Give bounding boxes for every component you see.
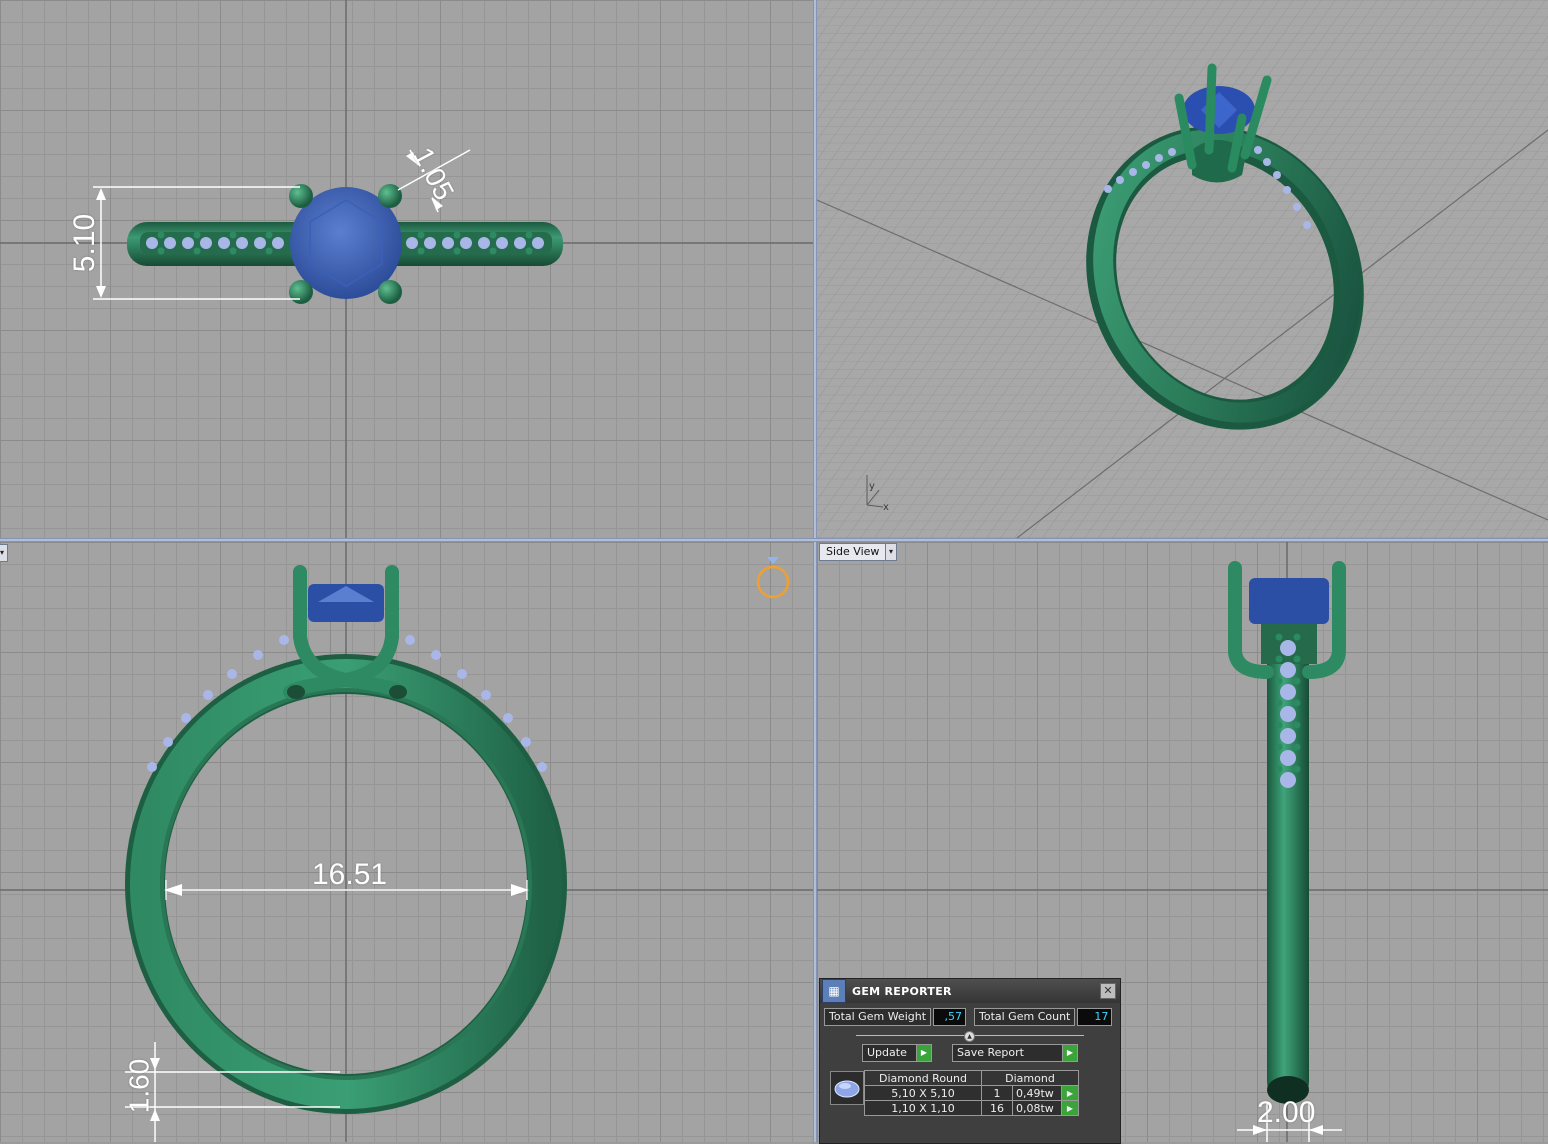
gem-size: 1,10 X 1,10: [864, 1100, 982, 1116]
play-arrow-icon: ▶: [1062, 1045, 1077, 1061]
gem-count: 1: [981, 1085, 1013, 1101]
side-view-menu-button[interactable]: ▾: [885, 543, 897, 561]
gem-reporter-slider[interactable]: ▲: [856, 1031, 1084, 1042]
total-gem-count-label: Total Gem Count: [974, 1008, 1076, 1026]
total-gem-count-value: 17: [1077, 1008, 1113, 1026]
play-arrow-icon: ▶: [916, 1045, 931, 1061]
gem-reporter-titlebar[interactable]: ▦ GEM REPORTER ✕: [820, 979, 1120, 1003]
viewport-splitter-horizontal[interactable]: [0, 538, 1548, 542]
perspective-viewport[interactable]: y x: [817, 0, 1548, 538]
slider-knob-icon[interactable]: ▲: [964, 1031, 975, 1042]
update-button-label: Update: [867, 1046, 907, 1059]
save-report-button-label: Save Report: [957, 1046, 1024, 1059]
diamond-round-gem-icon[interactable]: [830, 1071, 864, 1105]
gem-weight: 0,08tw: [1012, 1100, 1062, 1116]
top-view-viewport[interactable]: 5.10 1.05: [0, 0, 813, 538]
dimension-shank-width-label: 2.00: [1257, 1096, 1316, 1129]
gem-count: 16: [981, 1100, 1013, 1116]
play-arrow-icon[interactable]: ▶: [1061, 1085, 1079, 1101]
dimension-inner-diameter-label: 16.51: [312, 858, 388, 891]
front-view-viewport[interactable]: ▾ 16.51 1.60: [0, 542, 813, 1142]
close-icon[interactable]: ✕: [1100, 983, 1116, 999]
front-view-canvas: [0, 542, 813, 1142]
gem-table: Diamond Round Diamond 5,10 X 5,10 1 0,49…: [864, 1070, 1079, 1116]
perspective-canvas: [817, 0, 1548, 538]
total-gem-weight-label: Total Gem Weight: [824, 1008, 932, 1026]
gem-table-header: Diamond Round Diamond: [864, 1070, 1079, 1086]
top-view-canvas: [0, 0, 813, 538]
viewport-splitter-vertical[interactable]: [813, 0, 817, 1142]
update-button[interactable]: Update ▶: [862, 1044, 932, 1062]
table-row: 1,10 X 1,10 16 0,08tw ▶: [864, 1100, 1079, 1116]
axis-x-label: x: [883, 502, 889, 513]
gem-reporter-panel: ▦ GEM REPORTER ✕ Total Gem Weight ,57 To…: [819, 978, 1121, 1144]
gem-reporter-logo-icon: ▦: [822, 979, 846, 1003]
gem-reporter-title: GEM REPORTER: [852, 984, 952, 998]
axis-y-label: y: [869, 481, 875, 492]
total-gem-weight-value: ,57: [933, 1008, 967, 1026]
save-report-button[interactable]: Save Report ▶: [952, 1044, 1078, 1062]
play-arrow-icon[interactable]: ▶: [1061, 1100, 1079, 1116]
dimension-band-height-label: 1.60: [123, 1058, 155, 1114]
gem-table-header-shape: Diamond Round: [864, 1070, 982, 1086]
gem-size: 5,10 X 5,10: [864, 1085, 982, 1101]
gem-weight: 0,49tw: [1012, 1085, 1062, 1101]
side-view-label[interactable]: Side View: [819, 543, 887, 561]
table-row: 5,10 X 5,10 1 0,49tw ▶: [864, 1085, 1079, 1101]
gem-table-header-material: Diamond: [981, 1070, 1079, 1086]
dimension-width-label: 5.10: [68, 213, 102, 273]
